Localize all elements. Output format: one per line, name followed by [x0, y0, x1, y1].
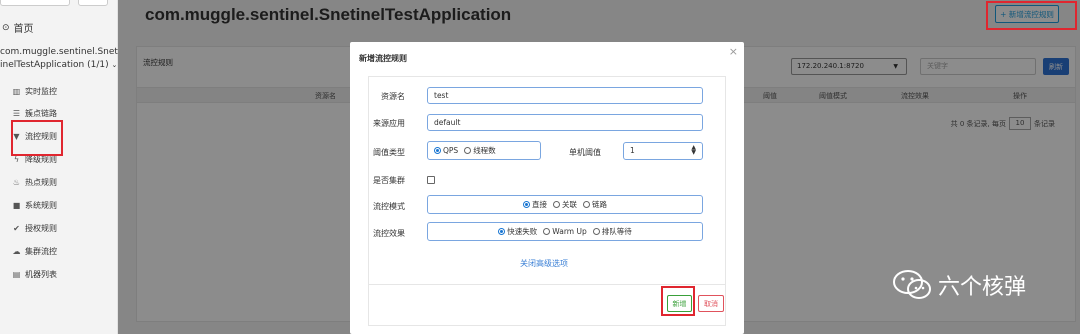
flow-mode-label: 流控模式 — [373, 202, 405, 211]
fire-icon: ♨ — [12, 178, 21, 187]
sidebar-item-label: 热点规则 — [25, 178, 57, 187]
highlight-flow-rules — [11, 120, 63, 156]
dialog-divider — [368, 284, 726, 285]
origin-app-label: 来源应用 — [373, 119, 405, 128]
highlight-add-button — [661, 286, 695, 316]
watermark-text: 六个核弹 — [938, 275, 1027, 300]
bar-chart-icon: ▥ — [12, 87, 21, 96]
radio-icon — [592, 228, 600, 235]
flow-mode-radio-group: 直接 关联 链路 — [427, 195, 703, 214]
sidebar-item-machine-list[interactable]: ▤ 机器列表 — [12, 269, 57, 280]
flow-mode-direct[interactable]: 直接 — [523, 199, 547, 210]
dialog-title: 新增流控规则 — [359, 54, 407, 63]
check-circle-icon: ✔ — [13, 224, 20, 233]
resource-name-input[interactable]: test — [427, 87, 703, 104]
cloud-icon: ☁ — [12, 247, 21, 256]
chevron-down-icon: ⌄ — [111, 61, 118, 69]
radio-checked-icon — [498, 228, 506, 235]
sidebar-item-home[interactable]: ⊙ 首页 — [2, 20, 34, 36]
sidebar-item-auth-rules[interactable]: ✔ 授权规则 — [12, 223, 57, 234]
cluster-label: 是否集群 — [373, 176, 405, 185]
threshold-type-thread[interactable]: 线程数 — [464, 145, 496, 156]
flow-mode-relate[interactable]: 关联 — [553, 199, 577, 210]
flow-effect-warm-up[interactable]: Warm Up — [543, 227, 587, 236]
radio-icon — [464, 147, 472, 154]
flow-mode-chain[interactable]: 链路 — [583, 199, 607, 210]
resource-name-label: 资源名 — [381, 92, 405, 101]
radio-icon — [543, 228, 551, 235]
sidebar-item-label: 簇点链路 — [25, 109, 57, 118]
sidebar-home-label: 首页 — [13, 24, 34, 35]
sidebar-app-count: (1/1) — [87, 60, 109, 70]
flow-effect-radio-group: 快速失败 Warm Up 排队等待 — [427, 222, 703, 241]
highlight-add-rule — [986, 1, 1077, 30]
watermark: 六个核弹 — [892, 268, 1026, 302]
sidebar-item-system-rules[interactable]: ■ 系统规则 — [12, 200, 57, 211]
sidebar-search-button[interactable] — [78, 0, 108, 6]
sidebar-item-label: 机器列表 — [25, 270, 57, 279]
sidebar-search-input[interactable] — [0, 0, 70, 6]
stepper-icon[interactable]: ▲ ▼ — [691, 145, 696, 156]
wechat-icon — [893, 270, 931, 299]
sidebar-item-cluster-link[interactable]: ☰ 簇点链路 — [12, 108, 57, 119]
cluster-checkbox[interactable] — [427, 176, 435, 184]
flow-effect-queue[interactable]: 排队等待 — [592, 226, 632, 237]
sidebar-app-entry[interactable]: com.muggle.sentinel.Snet inelTestApplica… — [0, 46, 118, 72]
sidebar-item-hotspot-rules[interactable]: ♨ 热点规则 — [12, 177, 57, 188]
single-threshold-input[interactable]: 1 ▲ ▼ — [623, 142, 703, 160]
sidebar-item-label: 集群流控 — [25, 247, 57, 256]
radio-icon — [583, 201, 590, 208]
threshold-type-qps[interactable]: QPS — [434, 146, 458, 155]
cancel-button[interactable]: 取消 — [698, 295, 724, 312]
close-icon[interactable]: × — [729, 45, 738, 58]
sidebar-app-name-line1: com.muggle.sentinel.Snet — [0, 47, 118, 57]
radio-checked-icon — [523, 201, 530, 208]
toggle-advanced-options-link[interactable]: 关闭高级选项 — [520, 258, 568, 269]
flow-effect-label: 流控效果 — [373, 229, 405, 238]
sidebar-item-realtime-monitor[interactable]: ▥ 实时监控 — [12, 86, 57, 97]
sidebar-item-label: 实时监控 — [25, 87, 57, 96]
sidebar-item-label: 系统规则 — [25, 201, 57, 210]
sidebar-item-cluster-flow[interactable]: ☁ 集群流控 — [12, 246, 58, 257]
sidebar-item-label: 授权规则 — [25, 224, 57, 233]
single-threshold-value: 1 — [630, 146, 635, 155]
flash-icon: ϟ — [13, 155, 20, 164]
list-icon: ☰ — [12, 109, 21, 118]
threshold-type-radio-group: QPS 线程数 — [427, 141, 541, 160]
origin-app-input[interactable]: default — [427, 114, 703, 131]
single-threshold-label: 单机阈值 — [569, 148, 601, 157]
radio-checked-icon — [434, 147, 441, 154]
lock-icon: ■ — [12, 201, 21, 210]
radio-icon — [553, 201, 560, 208]
sidebar-app-name-line2: inelTestApplication — [0, 60, 85, 70]
sidebar: ⊙ 首页 com.muggle.sentinel.Snet inelTestAp… — [0, 0, 118, 334]
flow-effect-fast-fail[interactable]: 快速失败 — [498, 226, 537, 237]
home-icon: ⊙ — [2, 22, 10, 33]
threshold-type-label: 阈值类型 — [373, 148, 405, 157]
grid-list-icon: ▤ — [12, 270, 21, 279]
